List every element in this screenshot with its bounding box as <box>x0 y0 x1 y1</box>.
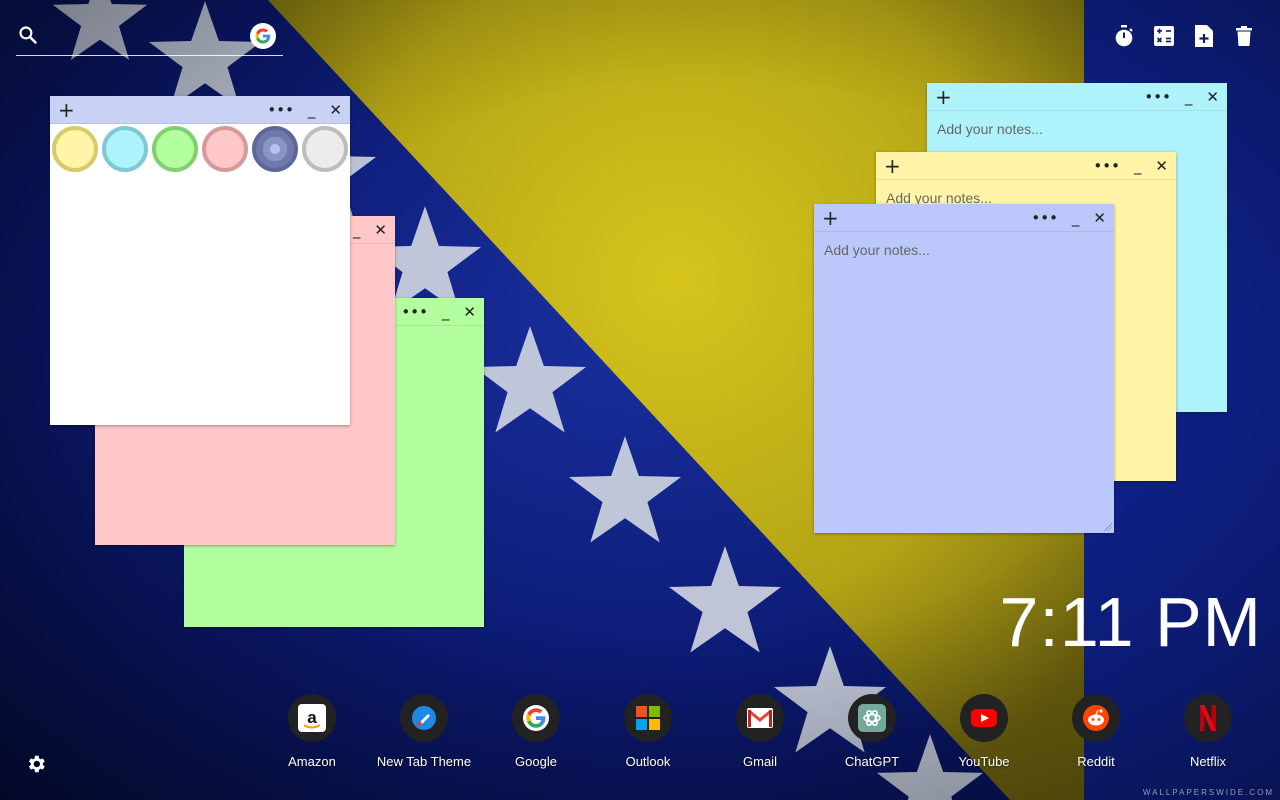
more-options-button[interactable]: ••• <box>401 303 428 321</box>
search-bar <box>16 20 283 56</box>
color-swatch[interactable] <box>102 126 148 172</box>
gmail-icon <box>747 708 773 728</box>
trash-icon <box>1236 26 1252 46</box>
note-textarea[interactable]: Add your notes... <box>824 242 1104 258</box>
shortcut-new-tab-theme[interactable]: New Tab Theme <box>368 694 480 769</box>
svg-text:a: a <box>307 708 317 727</box>
timer-icon <box>1115 25 1133 47</box>
shortcut-youtube[interactable]: YouTube <box>928 694 1040 769</box>
minimize-button[interactable]: _ <box>353 221 361 239</box>
shortcut-chatgpt[interactable]: ChatGPT <box>816 694 928 769</box>
note-textarea[interactable]: Add your notes... <box>937 121 1217 137</box>
shortcut-amazon[interactable]: a Amazon <box>256 694 368 769</box>
more-options-button[interactable]: ••• <box>1031 209 1058 227</box>
add-note-button[interactable]: + <box>884 156 901 176</box>
amazon-icon: a <box>298 704 326 732</box>
shortcut-label: Netflix <box>1189 754 1227 769</box>
shortcut-google[interactable]: Google <box>480 694 592 769</box>
color-swatch[interactable] <box>302 126 348 172</box>
timer-button[interactable] <box>1114 24 1134 48</box>
clock: 7:11 PM <box>999 583 1262 661</box>
minimize-button[interactable]: _ <box>442 303 450 321</box>
watermark: WALLPAPERSWIDE.COM <box>1142 788 1274 797</box>
more-options-button[interactable]: ••• <box>267 101 294 119</box>
minimize-button[interactable]: _ <box>1072 209 1080 227</box>
new-note-button[interactable] <box>1194 24 1214 48</box>
chatgpt-icon <box>858 704 886 732</box>
close-button[interactable]: ✕ <box>329 101 342 119</box>
shortcut-netflix[interactable]: Netflix <box>1152 694 1264 769</box>
shortcut-reddit[interactable]: Reddit <box>1040 694 1152 769</box>
color-swatch[interactable] <box>202 126 248 172</box>
minimize-button[interactable]: _ <box>1134 157 1142 175</box>
netflix-icon <box>1200 705 1216 731</box>
add-note-button[interactable]: + <box>935 87 952 107</box>
close-button[interactable]: ✕ <box>463 303 476 321</box>
toolbar <box>1114 24 1254 48</box>
note-header: + ••• _ ✕ <box>876 152 1176 180</box>
close-button[interactable]: ✕ <box>1093 209 1106 227</box>
shortcut-gmail[interactable]: Gmail <box>704 694 816 769</box>
more-options-button[interactable]: ••• <box>1093 157 1120 175</box>
shortcut-label: Gmail <box>743 754 777 769</box>
shortcut-outlook[interactable]: Outlook <box>592 694 704 769</box>
google-icon <box>523 705 549 731</box>
delete-all-button[interactable] <box>1234 24 1254 48</box>
shortcut-label: Amazon <box>288 754 336 769</box>
color-swatch[interactable] <box>52 126 98 172</box>
close-button[interactable]: ✕ <box>1155 157 1168 175</box>
brush-icon <box>412 706 436 730</box>
shortcut-label: Reddit <box>1077 754 1115 769</box>
color-swatch[interactable] <box>252 126 298 172</box>
minimize-button[interactable]: _ <box>1185 88 1193 106</box>
resize-handle[interactable] <box>1104 523 1112 531</box>
new-note-icon <box>1195 25 1213 47</box>
youtube-icon <box>971 709 997 727</box>
note-header: + ••• _ ✕ <box>927 83 1227 111</box>
shortcut-label: ChatGPT <box>844 754 900 769</box>
note-header: + ••• _ ✕ <box>50 96 350 124</box>
gear-icon[interactable] <box>25 753 47 775</box>
google-search-button[interactable] <box>250 23 276 49</box>
search-input[interactable] <box>50 24 240 48</box>
google-icon <box>255 28 271 44</box>
shortcut-label: Google <box>515 754 557 769</box>
reddit-icon <box>1083 705 1109 731</box>
shortcut-label: Outlook <box>625 754 671 769</box>
close-button[interactable]: ✕ <box>374 221 387 239</box>
search-icon[interactable] <box>18 25 38 45</box>
add-note-button[interactable]: + <box>58 100 75 120</box>
color-swatch[interactable] <box>152 126 198 172</box>
sticky-note-white[interactable]: + ••• _ ✕ <box>50 96 350 425</box>
note-header: + ••• _ ✕ <box>814 204 1114 232</box>
calculator-icon <box>1154 26 1174 46</box>
shortcut-dock: a Amazon New Tab Theme Google Outlook Gm… <box>256 694 1264 769</box>
color-palette <box>52 126 348 172</box>
shortcut-label: New Tab Theme <box>376 754 472 769</box>
calculator-button[interactable] <box>1154 24 1174 48</box>
minimize-button[interactable]: _ <box>308 101 316 119</box>
sticky-note-blue[interactable]: + ••• _ ✕ Add your notes... <box>814 204 1114 533</box>
more-options-button[interactable]: ••• <box>1144 88 1171 106</box>
shortcut-label: YouTube <box>958 754 1010 769</box>
add-note-button[interactable]: + <box>822 208 839 228</box>
windows-icon <box>636 706 660 730</box>
close-button[interactable]: ✕ <box>1206 88 1219 106</box>
